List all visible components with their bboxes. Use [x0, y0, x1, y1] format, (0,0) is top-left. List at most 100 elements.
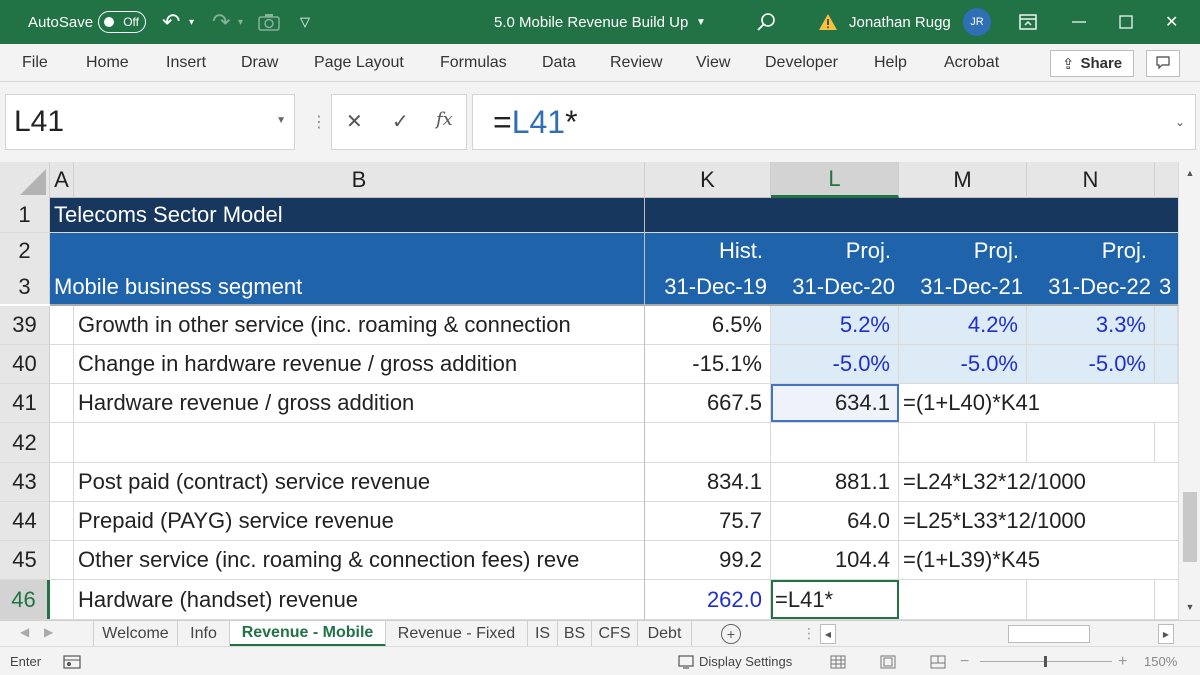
horizontal-scroll-thumb[interactable] — [1008, 625, 1090, 643]
header-cell[interactable]: Proj. — [771, 233, 899, 269]
scroll-right-icon[interactable]: ▶ — [1158, 624, 1174, 644]
row-label[interactable]: Post paid (contract) service revenue — [74, 463, 645, 501]
worksheet-grid[interactable]: A B K L M N 1 Telecoms Sector Model 2 Hi… — [0, 162, 1178, 620]
tab-view[interactable]: View — [696, 44, 730, 82]
sheet-tab-debt[interactable]: Debt — [638, 621, 692, 647]
name-box[interactable]: L41 ▼ — [5, 94, 295, 150]
title-chevron-down-icon[interactable]: ▼ — [696, 0, 706, 44]
header-cell[interactable]: Hist. — [645, 233, 771, 269]
date-cell[interactable]: 3 — [1159, 269, 1178, 304]
autosave-toggle[interactable]: Off — [98, 11, 146, 33]
cell[interactable] — [771, 423, 899, 462]
tab-draw[interactable]: Draw — [241, 44, 278, 82]
column-header-a[interactable]: A — [50, 162, 74, 198]
share-button[interactable]: ⇪ Share — [1050, 50, 1134, 77]
tab-insert[interactable]: Insert — [166, 44, 206, 82]
hist-cell[interactable]: 834.1 — [645, 463, 771, 501]
row-header[interactable]: 39 — [0, 306, 50, 344]
select-all-button[interactable] — [0, 162, 50, 198]
normal-view-icon[interactable] — [830, 647, 846, 675]
formula-input[interactable]: = L41 * ⌄ — [472, 94, 1196, 150]
row-header[interactable]: 45 — [0, 541, 50, 579]
date-cell[interactable]: 31-Dec-20 — [771, 269, 899, 304]
tab-home[interactable]: Home — [86, 44, 129, 82]
input-cell[interactable]: -5.0% — [1027, 345, 1155, 383]
proj-cell[interactable]: 64.0 — [771, 502, 899, 540]
cell[interactable] — [50, 306, 74, 344]
column-header-m[interactable]: M — [899, 162, 1027, 198]
hist-cell[interactable]: 262.0 — [645, 580, 771, 619]
zoom-in-icon[interactable]: + — [1118, 647, 1127, 675]
cell[interactable] — [1155, 345, 1178, 383]
row-header[interactable]: 40 — [0, 345, 50, 383]
tab-review[interactable]: Review — [610, 44, 662, 82]
row-label[interactable]: Other service (inc. roaming & connection… — [74, 541, 645, 579]
sheet-tab-cfs[interactable]: CFS — [592, 621, 638, 647]
date-cell[interactable]: 31-Dec-21 — [899, 269, 1027, 304]
date-cell[interactable]: 31-Dec-22 — [1027, 269, 1155, 304]
macro-recording-icon[interactable] — [63, 647, 81, 675]
search-icon[interactable] — [756, 0, 776, 44]
column-header-n[interactable]: N — [1027, 162, 1155, 198]
input-cell[interactable]: 3.3% — [1027, 306, 1155, 344]
row-header[interactable]: 44 — [0, 502, 50, 540]
row-header[interactable]: 1 — [0, 198, 50, 232]
camera-icon[interactable] — [258, 0, 280, 44]
sheet-tab-revenue-mobile[interactable]: Revenue - Mobile — [230, 621, 386, 647]
zoom-level[interactable]: 150% — [1144, 647, 1177, 675]
column-header-k[interactable]: K — [645, 162, 771, 198]
redo-dropdown-icon[interactable]: ▾ — [238, 0, 243, 44]
cell[interactable] — [1027, 580, 1155, 619]
vertical-scrollbar[interactable]: ▲ ▼ — [1178, 162, 1200, 620]
hist-cell[interactable]: 667.5 — [645, 384, 771, 422]
proj-cell[interactable]: 881.1 — [771, 463, 899, 501]
model-title[interactable]: Telecoms Sector Model — [50, 198, 640, 232]
insert-function-icon[interactable]: fx — [436, 109, 453, 130]
comments-button[interactable] — [1146, 50, 1180, 77]
scroll-left-icon[interactable]: ◀ — [820, 624, 836, 644]
sheet-tab-welcome[interactable]: Welcome — [94, 621, 178, 647]
cell[interactable] — [50, 423, 74, 462]
column-header-b[interactable]: B — [74, 162, 645, 198]
row-label[interactable]: Prepaid (PAYG) service revenue — [74, 502, 645, 540]
sheet-tab-is[interactable]: IS — [528, 621, 558, 647]
tab-split-handle-icon[interactable]: ⋮ — [802, 625, 816, 642]
cell[interactable] — [1155, 306, 1178, 344]
ribbon-display-options-icon[interactable] — [1019, 0, 1037, 44]
cell[interactable] — [899, 423, 1027, 462]
minimize-icon[interactable] — [1072, 0, 1086, 44]
cell[interactable] — [645, 423, 771, 462]
tab-developer[interactable]: Developer — [765, 44, 838, 82]
expand-formula-bar-icon[interactable]: ⌄ — [1175, 115, 1185, 129]
tab-scroll-right-icon[interactable]: ▶ — [44, 625, 53, 639]
formula-note[interactable]: =(1+L39)*K45 — [899, 541, 1155, 579]
tab-data[interactable]: Data — [542, 44, 576, 82]
row-header[interactable]: 46 — [0, 580, 50, 619]
segment-title[interactable]: Mobile business segment — [50, 269, 640, 304]
document-title[interactable]: 5.0 Mobile Revenue Build Up — [494, 0, 688, 44]
formula-note[interactable]: =L24*L32*12/1000 — [899, 463, 1155, 501]
hist-cell[interactable]: 99.2 — [645, 541, 771, 579]
active-cell-editing[interactable]: =L41* — [771, 580, 899, 619]
hist-cell[interactable]: -15.1% — [645, 345, 771, 383]
row-header[interactable]: 2 — [0, 233, 50, 269]
input-cell[interactable]: -5.0% — [899, 345, 1027, 383]
warning-icon[interactable] — [818, 0, 838, 44]
input-cell[interactable]: 4.2% — [899, 306, 1027, 344]
row-label[interactable]: Hardware revenue / gross addition — [74, 384, 645, 422]
cancel-icon[interactable]: ✕ — [346, 109, 363, 134]
name-box-chevron-down-icon[interactable]: ▼ — [276, 115, 286, 126]
maximize-icon[interactable] — [1119, 0, 1133, 44]
tab-acrobat[interactable]: Acrobat — [944, 44, 999, 82]
user-name[interactable]: Jonathan Rugg — [849, 0, 951, 44]
row-label[interactable]: Growth in other service (inc. roaming & … — [74, 306, 645, 344]
page-break-view-icon[interactable] — [930, 647, 946, 675]
tab-formulas[interactable]: Formulas — [440, 44, 507, 82]
scroll-down-icon[interactable]: ▼ — [1183, 600, 1197, 614]
row-header[interactable]: 3 — [0, 269, 50, 304]
zoom-slider[interactable] — [980, 647, 1112, 675]
cell[interactable] — [899, 580, 1027, 619]
page-layout-view-icon[interactable] — [880, 647, 896, 675]
row-header[interactable]: 42 — [0, 423, 50, 462]
header-cell[interactable]: Proj. — [899, 233, 1027, 269]
